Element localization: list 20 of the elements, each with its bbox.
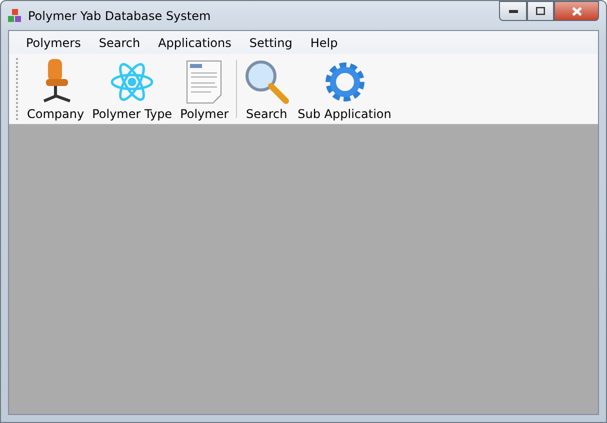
- minimize-icon: [508, 10, 518, 12]
- toolbar-button[interactable]: Sub Application: [294, 54, 396, 124]
- app-blocks-icon: [8, 8, 22, 22]
- toolbar-button[interactable]: Polymer Type: [88, 54, 176, 124]
- document-icon: [185, 59, 224, 105]
- menu-item[interactable]: Setting: [240, 36, 302, 50]
- menu-item[interactable]: Applications: [149, 36, 240, 50]
- close-icon: [572, 6, 582, 16]
- minimize-button[interactable]: [499, 1, 527, 21]
- close-button[interactable]: [554, 1, 599, 21]
- maximize-button[interactable]: [527, 1, 554, 21]
- toolbar-button[interactable]: Company: [23, 54, 88, 124]
- menu-item[interactable]: Help: [301, 36, 347, 50]
- toolbar-button[interactable]: Polymer: [176, 54, 233, 124]
- toolbar-button[interactable]: Search: [240, 54, 294, 124]
- maximize-icon: [536, 7, 545, 15]
- menu-item[interactable]: Search: [90, 36, 150, 50]
- search-icon: [244, 59, 290, 105]
- menu-item[interactable]: Polymers: [17, 36, 90, 50]
- window-title: Polymer Yab Database System: [28, 8, 211, 22]
